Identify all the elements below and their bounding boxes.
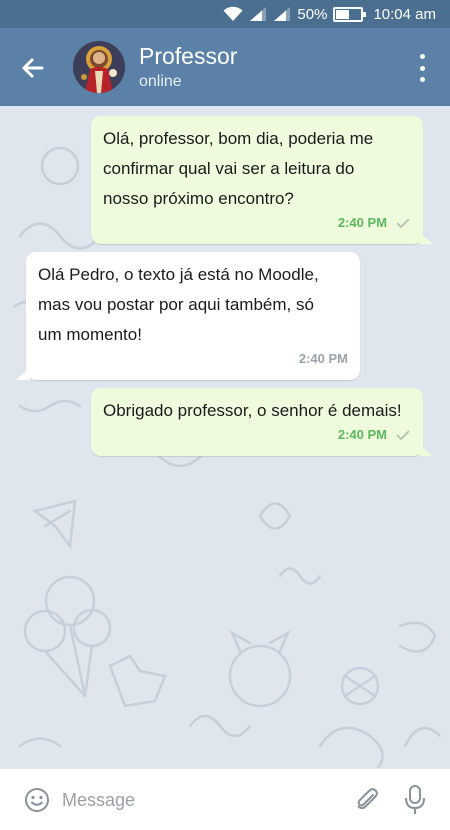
back-button[interactable] — [18, 53, 48, 83]
status-bar: 50% 10:04 am — [0, 0, 450, 28]
contact-status: online — [139, 73, 182, 90]
more-menu-button[interactable] — [416, 54, 428, 82]
message-time: 2:40 PM — [298, 351, 348, 366]
message-meta: 2:40 PM — [338, 208, 411, 238]
message-text-line: mas vou postar por aqui também, só — [38, 295, 314, 314]
check-icon — [396, 218, 410, 229]
battery-percent: 50% — [297, 5, 328, 23]
check-icon — [396, 430, 410, 441]
message-meta: 2:40 PM — [338, 420, 411, 450]
message-list[interactable]: Olá, professor, bom dia, poderia me conf… — [0, 106, 450, 768]
signal-icon — [249, 6, 267, 22]
message-input[interactable] — [62, 785, 332, 815]
battery-level-fill — [336, 9, 350, 19]
emoji-button[interactable] — [24, 787, 50, 813]
emoji-icon — [25, 788, 49, 812]
status-time: 10:04 am — [373, 5, 436, 23]
arrow-left-icon — [22, 58, 44, 78]
status-icons: 50% 10:04 am — [223, 0, 436, 28]
contact-name[interactable]: Professor — [139, 43, 237, 70]
microphone-icon — [405, 785, 425, 814]
battery-icon — [333, 6, 367, 22]
avatar[interactable] — [73, 41, 125, 93]
message-bubble-outgoing[interactable]: Olá, professor, bom dia, poderia me conf… — [91, 116, 433, 244]
chat-header: Professor online — [0, 28, 450, 106]
signal-icon — [273, 6, 291, 22]
message-meta: 2:40 PM — [299, 344, 348, 374]
more-vertical-icon — [419, 54, 425, 59]
message-input-bar — [0, 768, 450, 830]
message-time: 2:40 PM — [337, 215, 387, 230]
voice-record-button[interactable] — [402, 784, 428, 816]
wifi-icon — [223, 6, 243, 22]
paperclip-icon — [357, 788, 378, 810]
message-text-line: Olá Pedro, o texto já está no Moodle, — [38, 265, 319, 284]
attach-button[interactable] — [354, 786, 380, 814]
message-bubble-incoming[interactable]: Olá Pedro, o texto já está no Moodle, ma… — [16, 252, 360, 380]
message-text-line: Olá, professor, bom dia, poderia me — [103, 129, 374, 148]
message-text-line: confirmar qual vai ser a leitura do — [103, 159, 355, 178]
message-time: 2:40 PM — [337, 427, 387, 442]
message-bubble-outgoing[interactable]: Obrigado professor, o senhor é demais! 2… — [91, 388, 433, 456]
